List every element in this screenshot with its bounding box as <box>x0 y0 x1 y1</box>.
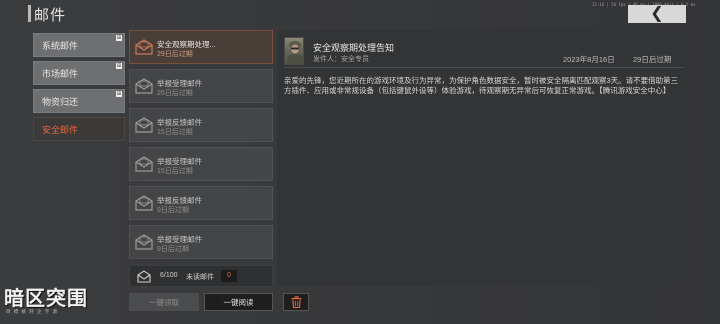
new-badge-icon: ⊞ <box>116 63 122 69</box>
logo-title: 暗区突围 <box>4 286 88 310</box>
mail-expiry: 9日后过期 <box>157 246 189 253</box>
page-title: 邮件 <box>34 7 67 24</box>
mail-list-item[interactable]: 举报受理邮件 9日后过期 <box>129 225 273 259</box>
new-badge-icon: ⊞ <box>116 35 122 41</box>
back-button[interactable]: ❮ <box>628 5 686 23</box>
divider <box>284 67 684 68</box>
mail-expiry: 15日后过期 <box>157 129 193 136</box>
mail-count-bar: 6/100 未读邮件 0 <box>129 265 273 287</box>
soldier-avatar-icon <box>287 41 303 64</box>
mail-expiry: 9日后过期 <box>157 207 189 214</box>
mailbox-icon <box>137 270 151 283</box>
mail-list: 安全观察期处理... 29日后过期 举报受理邮件 26日后过期 举报反馈邮件 1… <box>129 30 273 260</box>
game-logo: 暗区突围 目 標 桃 籽 企 亨 源 <box>4 287 88 315</box>
unread-count: 0 <box>221 270 237 282</box>
mail-expiry: 15日后过期 <box>157 168 193 175</box>
title-accent-bar <box>28 5 31 22</box>
sidebar-item-security-mail[interactable]: 安全邮件 <box>33 117 125 141</box>
sidebar-item-supply-return[interactable]: 物资归还 ⊞ <box>33 89 125 113</box>
claim-all-button[interactable]: 一键领取 <box>129 293 199 311</box>
mail-list-item[interactable]: 举报反馈邮件 15日后过期 <box>129 108 273 142</box>
envelope-icon <box>135 195 153 211</box>
sidebar-item-label: 安全邮件 <box>42 124 79 135</box>
mail-detail-pane: 安全观察期处理告知 发件人：安全专员 2023年8月16日 29日后过期 亲爱的… <box>277 30 689 286</box>
mail-body: 亲爱的先锋，您近期所在的游戏环境及行为异常，为保护角色数据安全，暂时被安全隔离匹… <box>284 76 679 95</box>
sidebar-item-label: 市场邮件 <box>42 68 79 79</box>
envelope-icon <box>135 39 153 55</box>
new-badge-icon: ⊞ <box>116 91 122 97</box>
unread-label: 未读邮件 <box>186 274 214 281</box>
envelope-icon <box>135 117 153 133</box>
mail-count: 6/100 <box>160 272 178 279</box>
mail-list-item[interactable]: 举报受理邮件 26日后过期 <box>129 69 273 103</box>
delete-button[interactable] <box>283 293 309 311</box>
trash-icon <box>291 296 301 308</box>
mail-sender: 发件人：安全专员 <box>313 56 369 63</box>
sidebar-item-market-mail[interactable]: 市场邮件 ⊞ <box>33 61 125 85</box>
mail-list-item[interactable]: 举报受理邮件 15日后过期 <box>129 147 273 181</box>
chevron-left-icon: ❮ <box>650 5 664 22</box>
sidebar-item-label: 物资归还 <box>42 96 79 107</box>
mail-detail-expiry: 29日后过期 <box>633 55 672 64</box>
envelope-icon <box>135 78 153 94</box>
envelope-icon <box>135 156 153 172</box>
mail-expiry: 29日后过期 <box>157 51 193 58</box>
read-all-button[interactable]: 一键阅读 <box>204 293 273 311</box>
sender-avatar <box>284 37 304 65</box>
sidebar-item-system-mail[interactable]: 系统邮件 ⊞ <box>33 33 125 57</box>
sidebar-item-label: 系统邮件 <box>42 40 79 51</box>
mail-title: 安全观察期处理告知 <box>313 43 395 53</box>
mail-expiry: 26日后过期 <box>157 90 193 97</box>
envelope-icon <box>135 234 153 250</box>
mail-list-item[interactable]: 安全观察期处理... 29日后过期 <box>129 30 273 64</box>
mail-date: 2023年8月16日 <box>563 55 615 64</box>
mail-list-item[interactable]: 举报反馈邮件 9日后过期 <box>129 186 273 220</box>
